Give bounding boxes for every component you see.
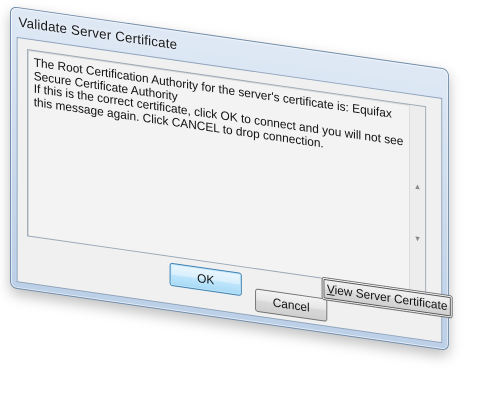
ok-button[interactable]: OK xyxy=(169,262,242,297)
validate-certificate-dialog: Validate Server Certificate The Root Cer… xyxy=(10,6,453,351)
vertical-scrollbar[interactable]: ▲ ▼ xyxy=(409,104,426,293)
view-certificate-label: iew Server Certificate xyxy=(334,283,448,314)
screen: Validate Server Certificate The Root Cer… xyxy=(0,0,481,401)
cancel-button[interactable]: Cancel xyxy=(255,288,328,322)
view-certificate-mnemonic: V xyxy=(326,282,335,297)
scroll-up-arrow-icon[interactable]: ▲ xyxy=(410,178,425,196)
scroll-down-arrow-icon[interactable]: ▼ xyxy=(410,230,425,248)
